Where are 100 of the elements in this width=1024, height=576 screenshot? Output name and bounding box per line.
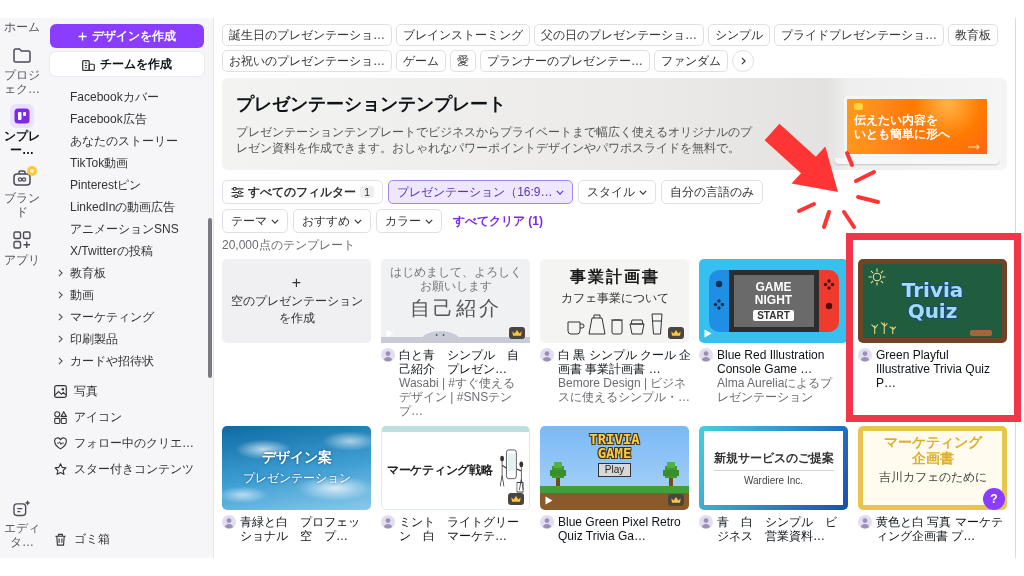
- nav-item[interactable]: 写真: [50, 378, 204, 404]
- category-chip[interactable]: プランナーのプレゼンテー…: [480, 50, 650, 72]
- create-blank-button[interactable]: + 空のプレゼンテーションを作成: [222, 259, 371, 343]
- menu-item[interactable]: LinkedInの動画広告: [50, 196, 204, 218]
- template-thumbnail[interactable]: 事業計画書 カフェ事業について: [540, 259, 689, 343]
- filter-dropdown[interactable]: スタイル: [578, 180, 657, 204]
- template-icon: [10, 104, 34, 129]
- rail-tab[interactable]: プロジェク…: [0, 42, 44, 97]
- template-title[interactable]: Blue Red Illustration Console Game …: [717, 348, 844, 376]
- scrollbar-thumb[interactable]: [208, 218, 212, 378]
- screen-headline: 伝えたい内容を いとも簡単に形へ: [854, 112, 951, 142]
- result-count: 20,000点のテンプレート: [222, 237, 356, 253]
- category-chip[interactable]: ファンダム: [654, 50, 728, 72]
- category-chip[interactable]: 愛: [450, 50, 476, 72]
- avatar-icon: [540, 348, 554, 362]
- filter-dropdown[interactable]: テーマ: [222, 209, 288, 233]
- menu-group[interactable]: カードや招待状: [50, 350, 204, 372]
- category-chip[interactable]: ブレインストーミング: [396, 24, 530, 46]
- menu-item[interactable]: アニメーションSNS: [50, 218, 204, 240]
- category-chip[interactable]: 誕生日のプレゼンテーショ…: [222, 24, 392, 46]
- shapes-icon: [54, 410, 67, 424]
- menu-item[interactable]: TikTok動画: [50, 152, 204, 174]
- template-title[interactable]: 黄色と白 写真 マーケティング企画書 プ…: [876, 515, 1003, 543]
- filter-dropdown[interactable]: おすすめ: [293, 209, 371, 233]
- filter-toggle[interactable]: 自分の言語のみ: [661, 180, 764, 204]
- start-label: START: [753, 309, 794, 321]
- chevron-right-icon: [58, 357, 63, 365]
- play-label: Play: [597, 463, 632, 477]
- menu-item[interactable]: X/Twitterの投稿: [50, 240, 204, 262]
- create-team-button[interactable]: チームを作成: [50, 52, 204, 76]
- rail-tab[interactable]: ンプレー…: [0, 104, 44, 158]
- menu-group[interactable]: マーケティング: [50, 306, 204, 328]
- category-chip[interactable]: 父の日のプレゼンテーショ…: [534, 24, 704, 46]
- pixel-tree-drawing: [550, 462, 566, 486]
- clear-all-link[interactable]: すべてクリア (1): [447, 209, 549, 233]
- category-chip[interactable]: プライドプレゼンテーショ…: [774, 24, 944, 46]
- menu-group[interactable]: 印刷製品: [50, 328, 204, 350]
- template-thumbnail[interactable]: はじめまして、よろしくお願いします 自己紹介: [381, 259, 530, 343]
- menu-item[interactable]: Facebookカバー: [50, 86, 204, 108]
- slide-title: 新規サービスのご提案: [713, 450, 834, 471]
- menu-item[interactable]: Facebook広告: [50, 108, 204, 130]
- rail-tab[interactable]: ブランド: [0, 166, 44, 220]
- menu-item[interactable]: Pinterestピン: [50, 174, 204, 196]
- menu-group[interactable]: 教育板: [50, 262, 204, 284]
- nav-item[interactable]: フォロー中のクリエ…: [50, 430, 204, 456]
- banner-title: プレゼンテーションテンプレート: [236, 92, 507, 116]
- template-thumbnail[interactable]: TRIVIA GAME Play: [540, 426, 689, 510]
- avatar-icon: [222, 515, 236, 529]
- play-icon[interactable]: [545, 496, 553, 505]
- folder-icon: [13, 45, 31, 64]
- trash-item[interactable]: ゴミ箱: [50, 526, 204, 552]
- filter-dropdown[interactable]: カラー: [376, 209, 442, 233]
- nav-item[interactable]: アイコン: [50, 404, 204, 430]
- heart-icon: [54, 436, 67, 450]
- category-chip[interactable]: シンプル: [708, 24, 770, 46]
- template-title[interactable]: 白と青 シンプル 自己紹介 プレゼン…: [399, 348, 526, 376]
- template-title[interactable]: 青 白 シンプル ビジネス 営業資料…: [717, 515, 844, 543]
- menu-group[interactable]: 動画: [50, 284, 204, 306]
- chat-sparkle-icon: [13, 499, 31, 518]
- category-chip[interactable]: ゲーム: [396, 50, 446, 72]
- template-thumbnail[interactable]: Trivia Quiz: [858, 259, 1007, 343]
- category-chip[interactable]: お祝いのプレゼンテーショ…: [222, 50, 392, 72]
- nav-item[interactable]: スター付きコンテンツ: [50, 456, 204, 482]
- menu-item[interactable]: あなたのストーリー: [50, 130, 204, 152]
- slide-title: TRIVIA GAME: [589, 432, 640, 460]
- scroll-right-button[interactable]: [732, 50, 754, 72]
- template-title[interactable]: 青緑と白 プロフェッショナル 空 プ…: [240, 515, 367, 543]
- slide-subtitle: はじめまして、よろしくお願いします: [388, 265, 523, 293]
- rail-tab[interactable]: ホーム: [0, 21, 44, 35]
- template-thumbnail[interactable]: GAME NIGHT START: [699, 259, 848, 343]
- template-title[interactable]: Blue Green Pixel Retro Quiz Trivia Ga…: [558, 515, 695, 543]
- people-with-phone-drawing: [499, 448, 525, 493]
- template-title[interactable]: 白 黒 シンプル クール 企画書 事業計画書 …: [558, 348, 695, 376]
- template-title[interactable]: Green Playful Illustrative Trivia Quiz P…: [876, 348, 1003, 390]
- avatar-icon: [858, 348, 872, 362]
- template-thumbnail[interactable]: マーケティング戦略: [381, 426, 530, 510]
- pixel-tree-drawing: [663, 462, 679, 486]
- briefcase-icon: [13, 169, 31, 187]
- slide-subtitle: 吉川カフェのために: [878, 469, 987, 487]
- template-author: Wasabi | #すぐ使えるデザイン | #SNSテンプ…: [399, 376, 517, 418]
- slide-subtitle: プレゼンテーション: [242, 470, 351, 487]
- slide-title: Trivia Quiz: [901, 280, 964, 322]
- category-chip[interactable]: 教育板: [948, 24, 998, 46]
- arrow-right-icon: [968, 144, 980, 150]
- logo-icon: [854, 103, 863, 110]
- create-design-button[interactable]: デザインを作成: [50, 24, 204, 48]
- eraser-drawing: [970, 330, 992, 336]
- template-title[interactable]: ミント ライトグリーン 白 マーケテ…: [399, 515, 526, 543]
- all-filters-button[interactable]: すべてのフィルター 1: [222, 180, 384, 204]
- rail-button[interactable]: エディタ…: [0, 496, 44, 550]
- controller-drawing: [708, 270, 729, 332]
- chevron-down-icon: [556, 189, 565, 195]
- filter-dropdown[interactable]: プレゼンテーション（16:9…: [388, 180, 574, 204]
- rail-tab[interactable]: アプリ: [0, 227, 44, 268]
- plus-icon: [78, 31, 87, 41]
- chevron-down-icon: [639, 189, 648, 195]
- chevron-right-icon: [740, 57, 746, 65]
- avatar-icon: [858, 515, 872, 529]
- sun-doodle-drawing: [868, 268, 886, 286]
- slide-title: デザイン案: [261, 449, 332, 467]
